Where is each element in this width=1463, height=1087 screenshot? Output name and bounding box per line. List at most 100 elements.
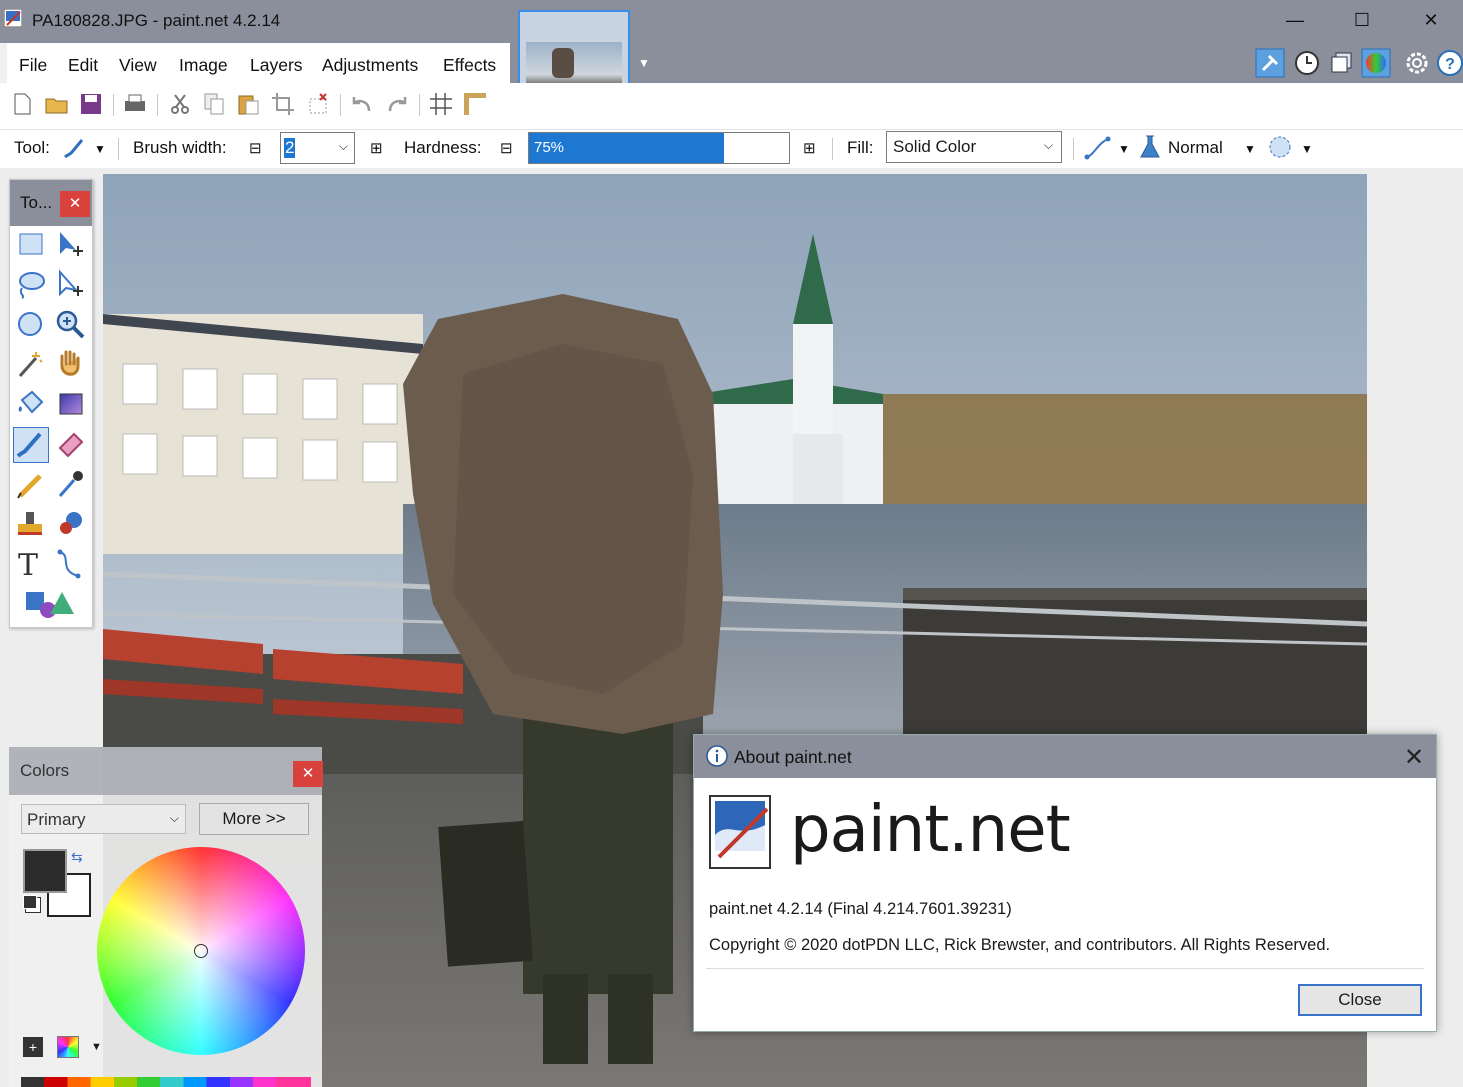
print-icon[interactable] (122, 91, 148, 117)
undo-icon[interactable] (349, 91, 375, 117)
brush-width-increase-icon[interactable]: ⊞ (370, 139, 383, 157)
menu-view[interactable]: View (119, 55, 157, 76)
color-picker-icon[interactable] (52, 466, 88, 502)
about-copyright-text: Copyright © 2020 dotPDN LLC, Rick Brewst… (709, 936, 1331, 954)
brush-width-label: Brush width: (133, 138, 227, 157)
toolbar-separator (157, 94, 158, 116)
layers-window-icon[interactable] (1327, 48, 1357, 78)
help-icon[interactable]: ? (1435, 48, 1463, 78)
more-colors-button[interactable]: More >> (199, 803, 309, 835)
redo-icon[interactable] (384, 91, 410, 117)
hardness-increase-icon[interactable]: ⊞ (803, 139, 816, 157)
text-tool-icon[interactable]: T (18, 548, 38, 583)
clone-stamp-icon[interactable] (12, 506, 48, 542)
palette-icon[interactable] (57, 1036, 79, 1058)
recolor-icon[interactable] (52, 506, 88, 542)
title-bar: PA180828.JPG - paint.net 4.2.14 — ☐ ✕ (0, 0, 1463, 43)
paintbrush-icon[interactable] (62, 136, 88, 160)
deselect-icon[interactable] (305, 91, 331, 117)
tools-panel-header: To... ✕ (10, 180, 92, 226)
options-separator (118, 138, 119, 160)
shapes-icon[interactable] (22, 586, 78, 622)
menu-image[interactable]: Image (179, 55, 228, 76)
color-mode-select[interactable]: Primary ⌵ (21, 804, 186, 834)
chevron-down-icon: ⌵ (1043, 138, 1053, 152)
paintbrush-tool-icon[interactable] (12, 426, 48, 462)
tools-window-icon[interactable] (1255, 48, 1285, 78)
fill-select[interactable]: Solid Color ⌵ (886, 131, 1062, 163)
options-separator (1073, 138, 1074, 160)
about-separator (706, 968, 1424, 969)
swap-colors-icon[interactable]: ⇆ (71, 849, 83, 866)
about-dialog-close-icon[interactable]: ✕ (1404, 743, 1424, 772)
rulers-icon[interactable] (462, 91, 488, 117)
zoom-icon[interactable] (52, 306, 88, 342)
about-dialog-title: About paint.net (734, 747, 852, 767)
colors-panel-close-button[interactable]: ✕ (293, 761, 323, 787)
save-icon[interactable] (78, 91, 104, 117)
copy-icon[interactable] (201, 91, 227, 117)
reset-colors-icon[interactable] (23, 895, 37, 909)
blend-mode-dropdown-icon[interactable]: ▼ (1244, 142, 1256, 156)
move-selection-icon[interactable] (52, 226, 88, 262)
add-to-palette-icon[interactable]: + (23, 1037, 43, 1057)
ellipse-select-icon[interactable] (12, 306, 48, 342)
move-selected-icon[interactable] (52, 266, 88, 302)
brush-width-decrease-icon[interactable]: ⊟ (249, 139, 262, 157)
settings-gear-icon[interactable] (1402, 48, 1432, 78)
color-palette-strip[interactable] (21, 1077, 311, 1087)
primary-color-swatch[interactable] (23, 849, 67, 893)
eraser-icon[interactable] (52, 426, 88, 462)
magic-wand-icon[interactable] (12, 346, 48, 382)
tool-dropdown-arrow-icon[interactable]: ▼ (94, 142, 106, 156)
menu-effects[interactable]: Effects (443, 55, 496, 76)
paste-icon[interactable] (235, 91, 261, 117)
history-icon[interactable] (1292, 48, 1322, 78)
about-brand-text: paint.net (790, 793, 1071, 867)
about-version-text: paint.net 4.2.14 (Final 4.214.7601.39231… (709, 900, 1012, 918)
open-folder-icon[interactable] (44, 91, 70, 117)
palette-dropdown-icon[interactable]: ▼ (91, 1041, 102, 1053)
blend-mode-value[interactable]: Normal (1168, 138, 1223, 158)
brush-width-input[interactable]: 2 ⌵ (280, 132, 355, 164)
close-window-button[interactable]: ✕ (1419, 8, 1443, 32)
info-icon (706, 745, 728, 767)
minimize-button[interactable]: — (1283, 8, 1307, 32)
gradient-icon[interactable] (52, 386, 88, 422)
pencil-icon[interactable] (12, 466, 48, 502)
menu-layers[interactable]: Layers (250, 55, 303, 76)
menu-edit[interactable]: Edit (68, 55, 98, 76)
menu-adjustments[interactable]: Adjustments (322, 55, 418, 76)
colors-window-icon[interactable] (1361, 48, 1391, 78)
lasso-select-icon[interactable] (12, 266, 48, 302)
close-button[interactable]: Close (1298, 984, 1422, 1016)
about-dialog: About paint.net ✕ paint.net paint.net 4.… (693, 734, 1437, 1032)
blend-mode-flask-icon[interactable] (1138, 134, 1162, 160)
paintnet-app-icon (4, 9, 22, 27)
tool-label: Tool: (14, 138, 50, 157)
antialiasing-icon[interactable] (1084, 135, 1112, 161)
new-file-icon[interactable] (9, 91, 35, 117)
menu-file[interactable]: File (19, 55, 47, 76)
line-curve-icon[interactable] (52, 546, 88, 582)
color-wheel[interactable] (97, 847, 305, 1055)
selection-clipping-icon[interactable] (1266, 134, 1294, 160)
grid-icon[interactable] (428, 91, 454, 117)
image-list-dropdown-icon[interactable]: ▼ (638, 56, 654, 72)
paint-bucket-icon[interactable] (12, 386, 48, 422)
hardness-slider[interactable]: 75% (528, 132, 790, 164)
cut-icon[interactable] (167, 91, 193, 117)
hardness-label: Hardness: (404, 138, 482, 157)
paintnet-logo (709, 795, 771, 869)
rectangle-select-icon[interactable] (12, 226, 48, 262)
options-separator (832, 138, 833, 160)
chevron-down-icon: ⌵ (169, 811, 179, 825)
color-wheel-cursor[interactable] (194, 944, 208, 958)
maximize-button[interactable]: ☐ (1350, 8, 1374, 32)
crop-icon[interactable] (270, 91, 296, 117)
hardness-decrease-icon[interactable]: ⊟ (500, 139, 513, 157)
selection-clipping-dropdown-icon[interactable]: ▼ (1301, 142, 1313, 156)
tools-panel-close-button[interactable]: ✕ (60, 191, 90, 217)
antialiasing-dropdown-icon[interactable]: ▼ (1118, 142, 1130, 156)
pan-hand-icon[interactable] (52, 346, 88, 382)
